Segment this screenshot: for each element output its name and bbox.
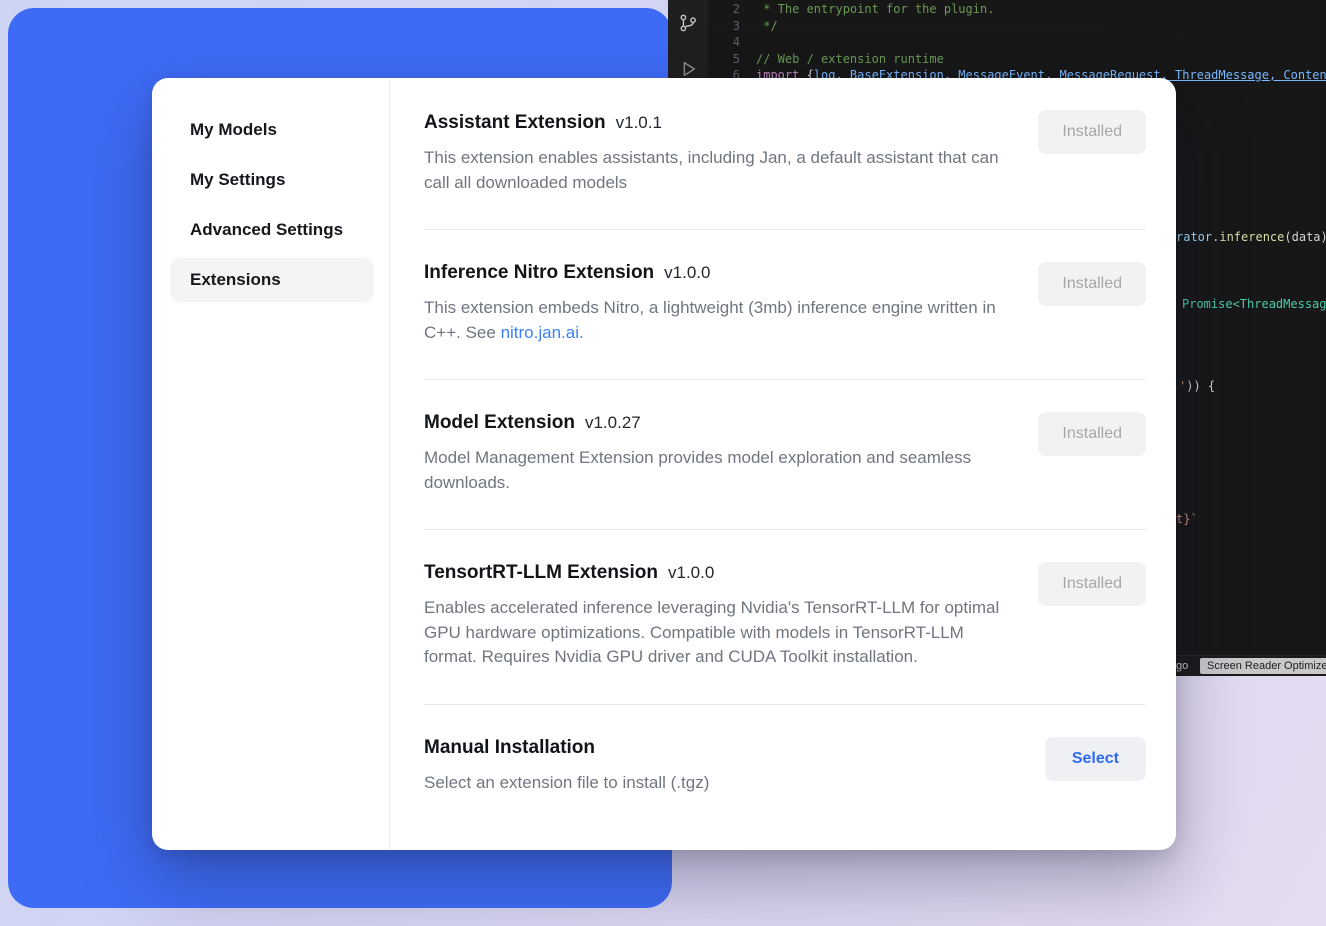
- code-fragment: rator.inference(data));: [1176, 229, 1326, 245]
- nitro-link[interactable]: nitro.jan.ai.: [501, 323, 584, 342]
- code-text: [740, 34, 756, 51]
- page: 2 * The entrypoint for the plugin. 3 */ …: [0, 0, 1326, 926]
- extension-description: This extension enables assistants, inclu…: [424, 146, 1002, 195]
- settings-sidebar: My Models My Settings Advanced Settings …: [152, 78, 390, 850]
- code-lines: 2 * The entrypoint for the plugin. 3 */ …: [708, 1, 1326, 84]
- source-control-icon: [677, 12, 699, 34]
- sidebar-item-extensions[interactable]: Extensions: [170, 258, 374, 302]
- status-item: go: [1176, 660, 1188, 672]
- code-text: // Web / extension runtime: [740, 51, 944, 68]
- extension-description: Enables accelerated inference leveraging…: [424, 596, 1002, 670]
- code-fragment: ')) {: [1179, 378, 1215, 394]
- code-token: inference: [1219, 230, 1284, 244]
- line-number: 3: [708, 18, 740, 35]
- code-token: )) {: [1186, 379, 1215, 393]
- extension-title: Model Extension: [424, 412, 575, 433]
- extension-row-model: Model Extension v1.0.27 Model Management …: [424, 380, 1146, 530]
- installed-button[interactable]: Installed: [1038, 110, 1146, 154]
- installed-button[interactable]: Installed: [1038, 412, 1146, 456]
- sidebar-item-advanced-settings[interactable]: Advanced Settings: [170, 208, 374, 252]
- extension-version: v1.0.1: [616, 113, 662, 132]
- extension-title: TensortRT-LLM Extension: [424, 562, 658, 583]
- code-token: rator.: [1176, 230, 1219, 244]
- extension-description: Model Management Extension provides mode…: [424, 446, 1002, 495]
- line-number: 2: [708, 1, 740, 18]
- screen-reader-badge: Screen Reader Optimize: [1200, 658, 1326, 674]
- installed-button[interactable]: Installed: [1038, 562, 1146, 606]
- code-token: (data));: [1284, 230, 1326, 244]
- extension-row-assistant: Assistant Extension v1.0.1 This extension…: [424, 78, 1146, 230]
- code-fragment: Promise<ThreadMessage>: [1182, 296, 1326, 312]
- installed-button[interactable]: Installed: [1038, 262, 1146, 306]
- extension-title: Inference Nitro Extension: [424, 262, 654, 283]
- code-line: 2 * The entrypoint for the plugin.: [708, 1, 1326, 18]
- extension-version: v1.0.0: [664, 263, 710, 282]
- select-file-button[interactable]: Select: [1045, 737, 1146, 781]
- code-line: 3 */: [708, 18, 1326, 35]
- extension-version: v1.0.0: [668, 563, 714, 582]
- run-icon: [677, 58, 699, 80]
- manual-installation-row: Manual Installation Select an extension …: [424, 705, 1146, 830]
- extension-version: v1.0.27: [585, 413, 641, 432]
- extension-row-tensorrt: TensortRT-LLM Extension v1.0.0 Enables ac…: [424, 530, 1146, 705]
- extensions-list: Assistant Extension v1.0.1 This extension…: [390, 78, 1176, 850]
- code-line: 5 // Web / extension runtime: [708, 51, 1326, 68]
- line-number: 5: [708, 51, 740, 68]
- code-fragment: t}`: [1176, 511, 1198, 527]
- manual-installation-title: Manual Installation: [424, 737, 595, 758]
- sidebar-item-my-settings[interactable]: My Settings: [170, 158, 374, 202]
- extension-description: This extension embeds Nitro, a lightweig…: [424, 296, 1002, 345]
- code-text: */: [740, 18, 778, 35]
- code-text: * The entrypoint for the plugin.: [740, 1, 994, 18]
- extension-title: Assistant Extension: [424, 112, 606, 133]
- sidebar-item-my-models[interactable]: My Models: [170, 108, 374, 152]
- code-line: 4: [708, 34, 1326, 51]
- line-number: 4: [708, 34, 740, 51]
- manual-installation-description: Select an extension file to install (.tg…: [424, 771, 1002, 796]
- settings-panel: My Models My Settings Advanced Settings …: [152, 78, 1176, 850]
- extension-row-nitro: Inference Nitro Extension v1.0.0 This ext…: [424, 230, 1146, 380]
